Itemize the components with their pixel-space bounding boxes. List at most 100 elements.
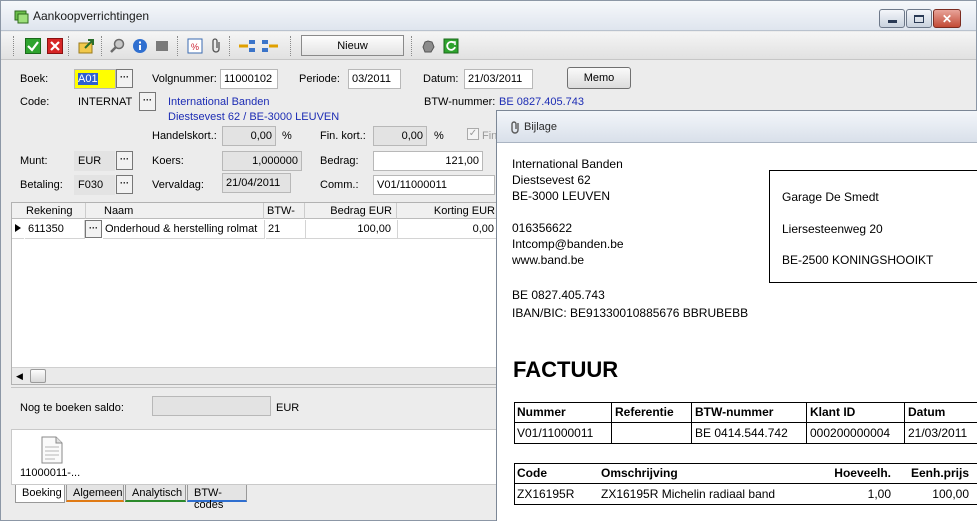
toolbar-separator [68, 36, 69, 56]
koers-label: Koers: [152, 155, 184, 167]
attach-button[interactable] [208, 37, 226, 55]
invoice-info-table: Nummer Referentie BTW-nummer Klant ID Da… [514, 402, 977, 444]
refresh-button[interactable] [442, 37, 460, 55]
grid-header-btw[interactable]: BTW-co [267, 203, 305, 219]
stop-icon [156, 41, 168, 51]
code-lookup-button[interactable]: ··· [139, 92, 156, 111]
bijlage-title-bar: Bijlage [497, 111, 977, 143]
stop-button[interactable] [153, 37, 171, 55]
munt-field[interactable]: EUR [74, 151, 115, 171]
tab-boeking[interactable]: Boeking [15, 485, 65, 503]
memo-button[interactable]: Memo [567, 67, 631, 89]
cell-bedrag[interactable]: 100,00 [306, 220, 398, 239]
vervaldag-label: Vervaldag: [152, 179, 204, 191]
cell-naam[interactable]: Onderhoud & herstelling rolmat [103, 220, 265, 239]
app-icon [14, 10, 29, 24]
tab-analytisch[interactable]: Analytisch [125, 485, 186, 502]
merge-button[interactable] [261, 37, 279, 55]
line-header-eenhprijs: Eenh.prijs [910, 466, 969, 480]
paperclip-icon [212, 38, 220, 53]
saldo-currency: EUR [276, 402, 300, 414]
comm-label: Comm.: [320, 179, 359, 191]
grid-header-rekening[interactable]: Rekening [26, 203, 86, 219]
supplier-name-link[interactable]: International Banden [168, 96, 270, 108]
export-icon [78, 39, 94, 54]
info-value-nummer: V01/11000011 [517, 426, 594, 440]
sender-line: IBAN/BIC: BE91330010885676 BBRUBEBB [512, 306, 749, 320]
grid-header-korting[interactable]: Korting EUR [399, 203, 498, 219]
nieuw-button[interactable]: Nieuw [301, 35, 404, 56]
boek-lookup-button[interactable]: ··· [116, 69, 133, 88]
supplier-address: Diestsevest 62 / BE-3000 LEUVEN [168, 111, 340, 123]
horizontal-scrollbar[interactable]: ◀ [12, 367, 498, 384]
vervaldag-field[interactable]: 21/04/2011 [222, 173, 291, 193]
finkort-label: Fin. kort.: [320, 130, 366, 142]
sender-line: 016356622 [512, 221, 573, 235]
cancel-button[interactable] [46, 37, 64, 55]
bedrag-field[interactable]: 121,00 [373, 151, 483, 171]
sender-line: www.band.be [512, 253, 585, 267]
btw-label: BTW-nummer: [424, 96, 496, 108]
bedrag-label: Bedrag: [320, 155, 359, 167]
export-button[interactable] [78, 37, 96, 55]
fin-checkbox-label: Fin [482, 130, 498, 142]
periode-label: Periode: [299, 73, 340, 85]
info-header-datum: Datum [908, 405, 946, 419]
paperclip-icon [511, 121, 519, 134]
info-header-btw: BTW-nummer [695, 405, 774, 419]
toolbar-separator [13, 36, 14, 56]
saldo-panel: Nog te boeken saldo: EUR [11, 387, 499, 427]
minimize-button[interactable] [879, 9, 905, 28]
handelskort-unit: % [282, 130, 292, 142]
attachment-area: 11000011-... [11, 429, 499, 485]
saldo-field [152, 396, 271, 416]
periode-field[interactable]: 03/2011 [348, 69, 401, 89]
comm-field[interactable]: V01/11000011 [373, 175, 495, 195]
cancel-icon [47, 38, 63, 54]
boek-field[interactable]: A01 [74, 69, 116, 89]
bijlage-window: Bijlage International Banden Diestsevest… [496, 110, 977, 521]
confirm-button[interactable] [24, 37, 42, 55]
close-button[interactable]: ✕ [933, 9, 961, 28]
line-value-eenhprijs: 100,00 [932, 487, 969, 501]
cell-rekening[interactable]: 611350 [25, 220, 85, 239]
datum-field[interactable]: 21/03/2011 [464, 69, 533, 89]
info-header-referentie: Referentie [615, 405, 674, 419]
sender-line: Intcomp@banden.be [512, 237, 624, 251]
info-icon [133, 39, 147, 53]
info-value-btw: BE 0414.544.742 [695, 426, 788, 440]
betaling-lookup-button[interactable]: ··· [116, 175, 133, 194]
split-button[interactable] [238, 37, 256, 55]
document-icon[interactable] [41, 436, 63, 464]
bijlage-title: Bijlage [524, 121, 558, 133]
grid-header-naam[interactable]: Naam [104, 203, 264, 219]
rekening-lookup-button[interactable]: ··· [85, 220, 102, 238]
code-field[interactable]: INTERNAT [74, 92, 138, 112]
volgnummer-field[interactable]: 11000102 [220, 69, 278, 89]
tab-algemeen[interactable]: Algemeen [66, 485, 124, 502]
btw-value: BE 0827.405.743 [499, 96, 585, 108]
munt-label: Munt: [20, 155, 48, 167]
window-title: Aankoopverrichtingen [33, 9, 150, 23]
scrollbar-thumb[interactable] [30, 369, 46, 383]
munt-lookup-button[interactable]: ··· [116, 151, 133, 170]
hand-button[interactable] [419, 37, 437, 55]
info-button[interactable] [131, 37, 149, 55]
koers-field[interactable]: 1,000000 [222, 151, 302, 171]
refresh-icon [443, 38, 459, 54]
cell-korting[interactable]: 0,00 [398, 220, 498, 239]
betaling-field[interactable]: F030 [74, 175, 115, 195]
client-line: Liersesteenweg 20 [782, 222, 883, 236]
tab-btw-codes[interactable]: BTW-codes [187, 485, 247, 511]
calculator-button[interactable]: % [186, 37, 204, 55]
grid-header-bedrag[interactable]: Bedrag EUR [307, 203, 397, 219]
attachment-filename[interactable]: 11000011-... [20, 467, 80, 479]
maximize-button[interactable] [906, 9, 932, 28]
fin-checkbox[interactable]: ✓ [467, 128, 479, 140]
cell-btw[interactable]: 21 [266, 220, 306, 239]
handelskort-field[interactable]: 0,00 [222, 126, 276, 146]
finkort-field[interactable]: 0,00 [373, 126, 427, 146]
scroll-left-icon[interactable]: ◀ [16, 371, 23, 382]
check-icon [25, 38, 41, 54]
search-button[interactable] [109, 37, 127, 55]
